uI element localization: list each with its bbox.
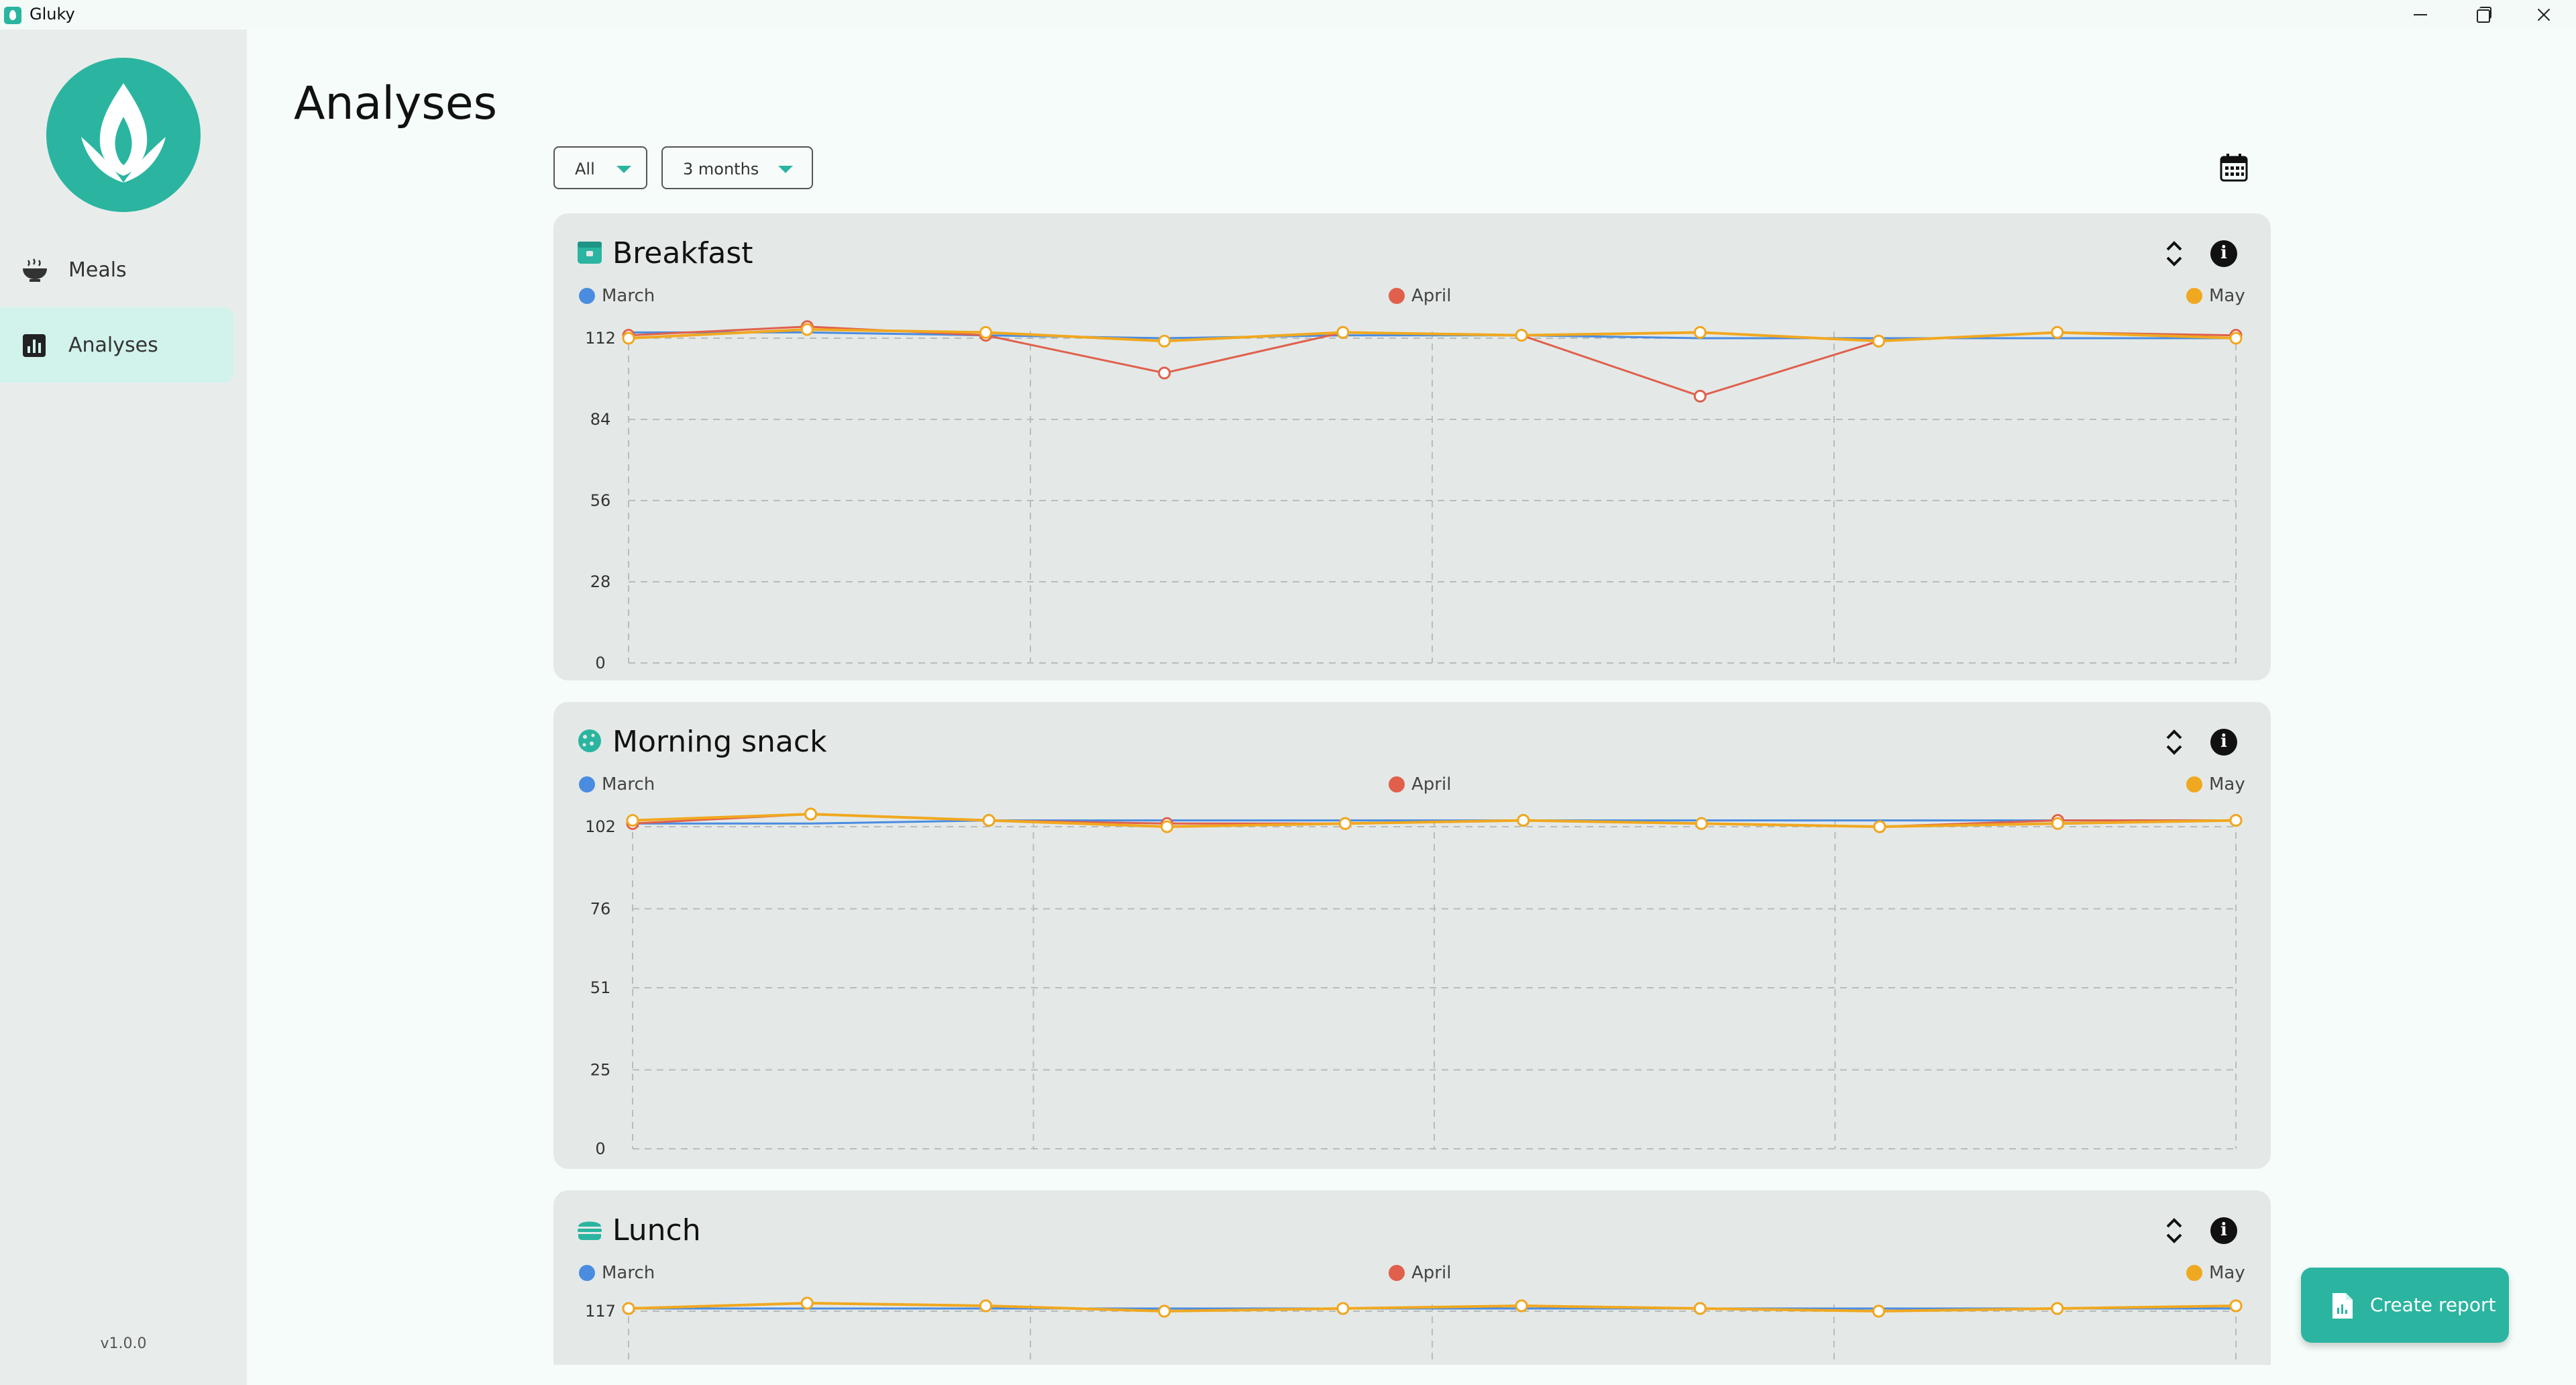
y-tick-label: 102 xyxy=(585,817,616,836)
data-point-may xyxy=(1336,1302,1350,1315)
chart-card-breakfast: Breakfast i March April May 0 28 56 84 112 xyxy=(553,213,2271,680)
period-filter-value: 3 months xyxy=(683,160,759,178)
create-report-button[interactable]: Create report xyxy=(2301,1268,2509,1343)
bowl-icon xyxy=(23,258,47,282)
line-chart-breakfast: 0 28 56 84 112 xyxy=(585,320,2243,672)
y-tick-label: 28 xyxy=(590,572,611,591)
data-point-may xyxy=(982,814,996,827)
y-tick-label: 25 xyxy=(590,1060,611,1079)
chevron-down-icon xyxy=(778,166,793,173)
data-point-may xyxy=(1161,820,1174,833)
data-point-may xyxy=(1693,325,1707,339)
y-tick-label: 0 xyxy=(595,654,605,672)
data-point-may xyxy=(1158,334,1171,348)
y-tick-label: 112 xyxy=(585,329,616,348)
data-point-may xyxy=(979,325,992,339)
data-point-may xyxy=(1515,1299,1528,1313)
y-tick-label: 56 xyxy=(590,491,611,510)
meal-filter-value: All xyxy=(575,160,595,178)
close-button[interactable] xyxy=(2512,0,2573,30)
data-point-april xyxy=(1158,366,1171,380)
bar-chart-icon xyxy=(23,334,46,357)
data-point-may xyxy=(1158,1304,1171,1318)
page-title: Analyses xyxy=(294,77,498,130)
data-point-may xyxy=(1872,1304,1886,1318)
data-point-may xyxy=(2229,331,2243,345)
version-label: v1.0.0 xyxy=(100,1335,147,1352)
data-point-may xyxy=(1695,817,1708,830)
data-point-may xyxy=(2051,1302,2064,1315)
data-point-may xyxy=(2229,814,2243,827)
chevron-down-icon xyxy=(616,166,631,173)
data-point-may xyxy=(979,1299,992,1313)
data-point-may xyxy=(622,1302,635,1315)
y-tick-label: 84 xyxy=(590,410,611,429)
chart-card-morning-snack: Morning snack i March April May 0 25 51 76 1… xyxy=(553,702,2271,1169)
y-tick-label: 0 xyxy=(595,1139,605,1158)
minimize-button[interactable] xyxy=(2388,0,2450,30)
document-icon xyxy=(2332,1293,2353,1319)
sidebar-item-label: Meals xyxy=(68,258,127,282)
data-point-may xyxy=(800,1296,814,1310)
app-icon xyxy=(4,7,21,24)
data-point-may xyxy=(1336,325,1350,339)
app-logo xyxy=(46,58,201,212)
line-chart-morning-snack: 0 25 51 76 102 xyxy=(585,807,2243,1158)
sidebar: Meals Analyses v1.0.0 xyxy=(0,30,247,1385)
data-point-may xyxy=(2051,325,2064,339)
sidebar-item-analyses[interactable]: Analyses xyxy=(0,307,233,382)
data-point-may xyxy=(800,323,814,336)
data-point-may xyxy=(1872,334,1886,348)
sidebar-item-meals[interactable]: Meals xyxy=(0,232,233,307)
data-point-may xyxy=(1515,329,1528,342)
window-title: Gluky xyxy=(30,5,75,23)
period-filter-select[interactable]: 3 months xyxy=(661,146,813,189)
line-chart-lunch: 117 xyxy=(585,1296,2243,1365)
data-point-may xyxy=(1517,814,1530,827)
data-point-may xyxy=(1693,1302,1707,1315)
data-point-may xyxy=(622,331,635,345)
data-point-may xyxy=(1873,820,1886,833)
chart-card-lunch: Lunch i March April May 117 xyxy=(553,1190,2271,1365)
y-tick-label: 117 xyxy=(585,1302,616,1321)
data-point-may xyxy=(2229,1299,2243,1313)
calendar-icon[interactable] xyxy=(2219,153,2249,183)
restore-button[interactable] xyxy=(2450,0,2512,30)
create-report-label: Create report xyxy=(2370,1294,2496,1316)
sidebar-item-label: Analyses xyxy=(68,333,158,357)
y-tick-label: 51 xyxy=(590,978,611,997)
data-point-may xyxy=(2051,817,2064,830)
meal-filter-select[interactable]: All xyxy=(553,146,647,189)
leaf-logo-icon xyxy=(81,83,166,183)
y-tick-label: 76 xyxy=(590,899,611,918)
data-point-april xyxy=(1693,389,1707,403)
data-point-may xyxy=(1338,817,1352,830)
data-point-may xyxy=(626,814,639,827)
data-point-may xyxy=(804,807,818,821)
title-bar: Gluky xyxy=(0,0,2576,30)
